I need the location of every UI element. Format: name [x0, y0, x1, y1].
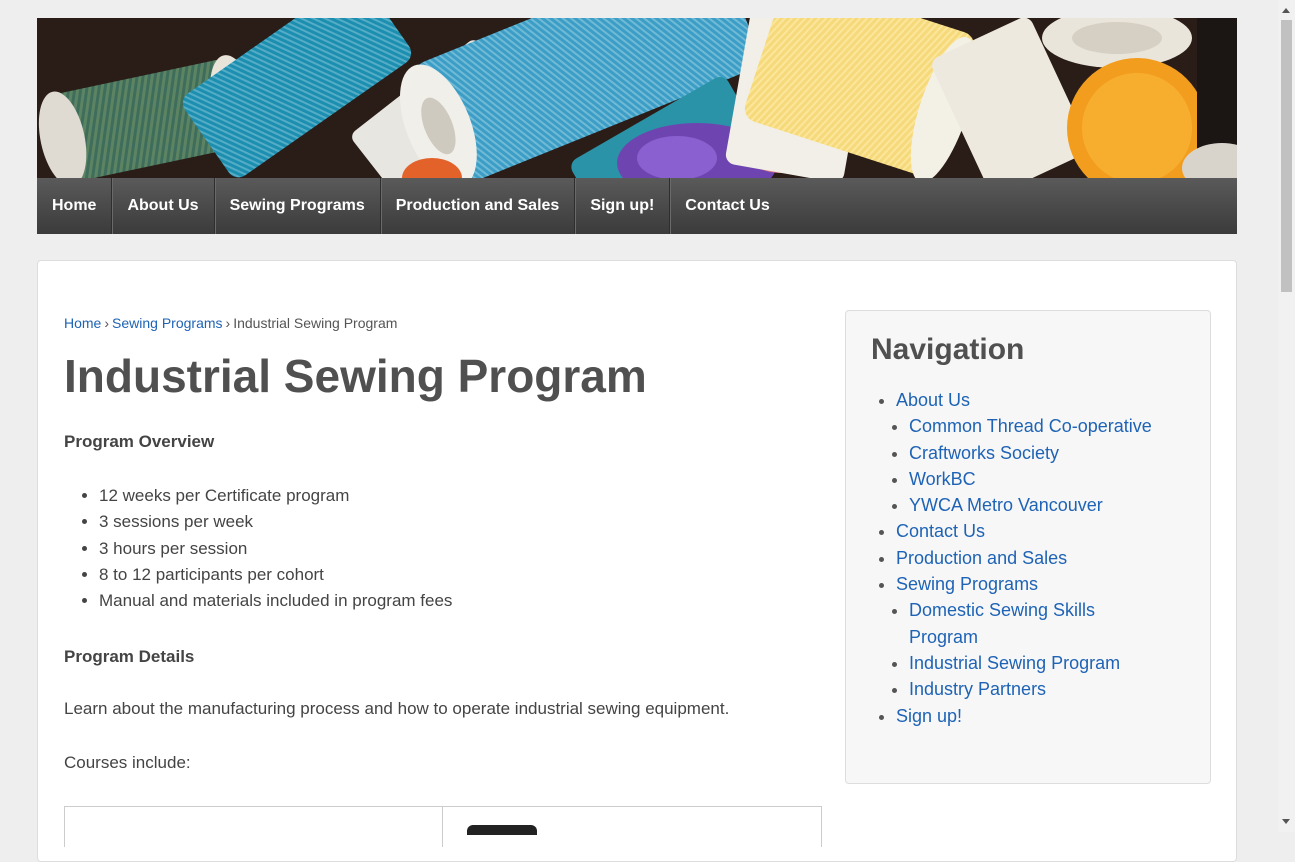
- sidebar-link-workbc[interactable]: WorkBC: [909, 469, 976, 489]
- breadcrumb-home-link[interactable]: Home: [64, 315, 101, 331]
- list-item: Craftworks Society: [909, 440, 1210, 466]
- thread-spools-image: [37, 18, 1237, 178]
- sidebar-link-industry-partners[interactable]: Industry Partners: [909, 679, 1046, 699]
- program-details-text: Learn about the manufacturing process an…: [64, 699, 730, 719]
- scroll-thumb[interactable]: [1281, 20, 1292, 292]
- list-item: Production and Sales: [896, 545, 1210, 571]
- table-cell: [65, 807, 443, 848]
- breadcrumb-sewing-programs-link[interactable]: Sewing Programs: [112, 315, 223, 331]
- sidebar-link-sewing-programs[interactable]: Sewing Programs: [896, 574, 1038, 594]
- table-cell: [443, 807, 821, 847]
- scroll-down-arrow-icon[interactable]: [1282, 819, 1290, 824]
- list-item: YWCA Metro Vancouver: [909, 492, 1210, 518]
- breadcrumb-separator: ›: [225, 315, 231, 331]
- header-banner-image: [37, 18, 1237, 178]
- sidebar-title: Navigation: [871, 333, 1025, 366]
- sidebar-nav-list: About Us Common Thread Co-operative Craf…: [846, 387, 1210, 729]
- sidebar-sublist: Domestic Sewing Skills Program Industria…: [896, 597, 1210, 702]
- list-item: WorkBC: [909, 466, 1210, 492]
- main-nav: Home About Us Sewing Programs Production…: [37, 178, 1237, 234]
- breadcrumb-separator: ›: [104, 315, 110, 331]
- program-overview-list: 12 weeks per Certificate program 3 sessi…: [64, 483, 820, 614]
- program-details-heading: Program Details: [64, 647, 195, 667]
- sidebar-link-production-and-sales[interactable]: Production and Sales: [896, 548, 1067, 568]
- list-item: Industrial Sewing Program: [909, 650, 1210, 676]
- nav-contact-us[interactable]: Contact Us: [670, 178, 784, 234]
- breadcrumb: Home › Sewing Programs › Industrial Sewing P…: [64, 313, 820, 333]
- nav-sewing-programs[interactable]: Sewing Programs: [215, 178, 381, 234]
- page-scrollbar[interactable]: [1278, 0, 1295, 832]
- list-item: Domestic Sewing Skills Program: [909, 597, 1119, 650]
- nav-production-and-sales[interactable]: Production and Sales: [381, 178, 576, 234]
- courses-intro: Courses include:: [64, 753, 191, 773]
- sidebar-navigation: Navigation About Us Common Thread Co-ope…: [845, 310, 1211, 784]
- nav-home[interactable]: Home: [37, 178, 113, 234]
- courses-table: [64, 806, 822, 848]
- nav-sign-up[interactable]: Sign up!: [575, 178, 671, 234]
- list-item: Contact Us: [896, 518, 1210, 544]
- main-content: Home › Sewing Programs › Industrial Sewing P…: [64, 313, 822, 848]
- nav-about-us[interactable]: About Us: [112, 178, 215, 234]
- content-panel: Home › Sewing Programs › Industrial Sewing P…: [37, 260, 1237, 862]
- course-image-top: [467, 825, 537, 836]
- list-item: Sewing Programs Domestic Sewing Skills P…: [896, 571, 1210, 702]
- program-overview-heading: Program Overview: [64, 432, 215, 451]
- list-item: About Us Common Thread Co-operative Craf…: [896, 387, 1210, 518]
- sidebar-link-sign-up[interactable]: Sign up!: [896, 706, 962, 726]
- sidebar-link-domestic-sewing[interactable]: Domestic Sewing Skills Program: [909, 600, 1095, 646]
- scroll-up-arrow-icon[interactable]: [1282, 8, 1290, 13]
- list-item: 12 weeks per Certificate program: [99, 483, 820, 509]
- sidebar-link-craftworks[interactable]: Craftworks Society: [909, 443, 1059, 463]
- list-item: Industry Partners: [909, 676, 1210, 702]
- list-item: 8 to 12 participants per cohort: [99, 562, 820, 588]
- sidebar-link-about-us[interactable]: About Us: [896, 390, 970, 410]
- sidebar-sublist: Common Thread Co-operative Craftworks So…: [896, 413, 1210, 518]
- list-item: Sign up!: [896, 703, 1210, 729]
- sidebar-link-ywca[interactable]: YWCA Metro Vancouver: [909, 495, 1103, 515]
- list-item: Manual and materials included in program…: [99, 588, 820, 614]
- list-item: 3 sessions per week: [99, 509, 820, 535]
- sidebar-link-contact-us[interactable]: Contact Us: [896, 521, 985, 541]
- list-item: Common Thread Co-operative: [909, 413, 1210, 439]
- page-title: Industrial Sewing Program: [64, 350, 647, 402]
- breadcrumb-current: Industrial Sewing Program: [233, 315, 398, 331]
- page-container: Home About Us Sewing Programs Production…: [37, 18, 1237, 862]
- sidebar-link-common-thread[interactable]: Common Thread Co-operative: [909, 416, 1152, 436]
- sidebar-link-industrial-sewing[interactable]: Industrial Sewing Program: [909, 653, 1120, 673]
- list-item: 3 hours per session: [99, 536, 820, 562]
